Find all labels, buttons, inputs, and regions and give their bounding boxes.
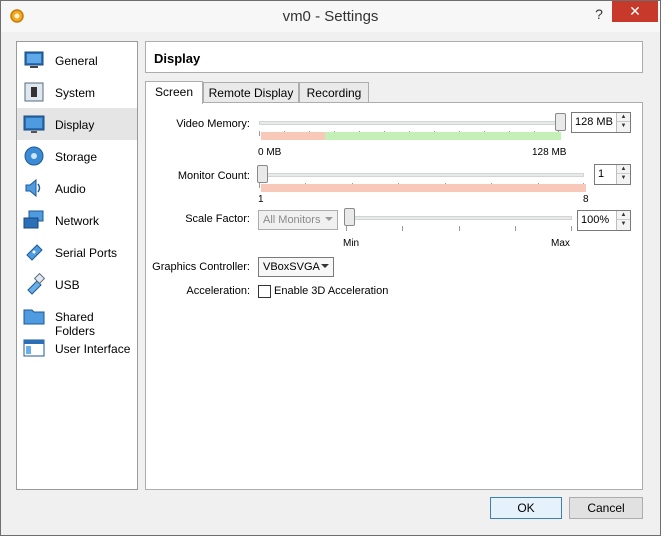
- sidebar-item-system[interactable]: System: [17, 76, 137, 108]
- video-memory-value: 128 MB: [575, 116, 613, 128]
- graphics-controller-label: Graphics Controller:: [152, 261, 250, 273]
- scale-factor-label: Scale Factor:: [185, 213, 250, 225]
- scale-factor-ticks: [346, 226, 572, 232]
- display-icon: [23, 115, 45, 133]
- spin-up-icon[interactable]: ▲: [617, 113, 630, 122]
- audio-icon: [25, 178, 41, 198]
- section-header: Display: [145, 41, 643, 73]
- ok-button[interactable]: OK: [490, 497, 562, 519]
- monitor-count-zone: [261, 184, 586, 192]
- sidebar-item-storage[interactable]: Storage: [17, 140, 137, 172]
- sidebar-item-usb[interactable]: USB: [17, 268, 137, 300]
- tab-label: Screen: [154, 85, 194, 99]
- sidebar-item-label: System: [55, 86, 96, 100]
- settings-sidebar: General System Display Storage Audio Net…: [16, 41, 138, 490]
- monitor-count-min-label: 1: [258, 194, 264, 205]
- sidebar-item-network[interactable]: Network: [17, 204, 137, 236]
- page-title: Display: [154, 51, 201, 66]
- scale-factor-monitor-select[interactable]: All Monitors: [258, 210, 338, 230]
- serial-ports-icon: [26, 244, 43, 261]
- sidebar-item-label: Storage: [55, 150, 98, 164]
- user-interface-icon: [23, 339, 45, 357]
- sidebar-item-shared-folders[interactable]: Shared Folders: [17, 300, 137, 338]
- monitor-count-slider-handle[interactable]: [257, 165, 268, 183]
- spin-down-icon[interactable]: ▼: [617, 174, 630, 183]
- monitor-count-label: Monitor Count:: [177, 170, 250, 182]
- close-button[interactable]: ✕: [612, 1, 658, 22]
- tab-remote-display[interactable]: Remote Display: [203, 82, 299, 103]
- spin-down-icon[interactable]: ▼: [617, 220, 630, 229]
- scale-factor-value: 100%: [581, 214, 610, 226]
- sidebar-item-audio[interactable]: Audio: [17, 172, 137, 204]
- sidebar-item-label: Display: [55, 118, 95, 132]
- video-memory-slider-handle[interactable]: [555, 113, 566, 131]
- title-bar: vm0 - Settings ? ✕: [1, 1, 660, 32]
- screen-tab-panel: Video Memory: 0 MB 128 MB 128 MB ▲ ▼ Mon…: [145, 102, 643, 490]
- spin-up-icon[interactable]: ▲: [617, 211, 630, 220]
- video-memory-slider-track: [259, 121, 559, 125]
- monitor-count-value: 1: [598, 168, 605, 180]
- sidebar-item-label: User Interface: [55, 342, 131, 356]
- scale-factor-spinbox[interactable]: 100% ▲ ▼: [577, 210, 631, 231]
- help-button[interactable]: ?: [591, 6, 607, 22]
- tab-label: Recording: [306, 86, 362, 100]
- video-memory-spinbox[interactable]: 128 MB ▲ ▼: [571, 112, 631, 133]
- graphics-controller-select[interactable]: VBoxSVGA: [258, 257, 334, 277]
- sidebar-item-label: Network: [55, 214, 100, 228]
- storage-icon: [24, 146, 44, 166]
- chevron-down-icon: [321, 264, 329, 268]
- monitor-count-max-label: 8: [583, 194, 589, 205]
- shared-folders-icon: [23, 309, 45, 325]
- graphics-controller-value: VBoxSVGA: [263, 261, 320, 273]
- sidebar-item-label: USB: [55, 278, 80, 292]
- enable-3d-acceleration-label[interactable]: Enable 3D Acceleration: [274, 285, 388, 297]
- system-icon: [24, 82, 44, 102]
- scale-factor-max-label: Max: [551, 238, 570, 249]
- sidebar-item-user-interface[interactable]: User Interface: [17, 332, 137, 364]
- spin-down-icon[interactable]: ▼: [617, 122, 630, 131]
- video-memory-min-label: 0 MB: [258, 147, 282, 158]
- video-memory-max-label: 128 MB: [532, 147, 567, 158]
- network-icon: [23, 210, 44, 229]
- sidebar-item-label: Audio: [55, 182, 86, 196]
- sidebar-item-general[interactable]: General: [17, 44, 137, 76]
- video-memory-low-zone: [261, 132, 325, 140]
- sidebar-item-label: General: [55, 54, 98, 68]
- chevron-down-icon: [325, 217, 333, 221]
- tab-screen[interactable]: Screen: [145, 81, 203, 104]
- usb-icon: [27, 273, 45, 295]
- video-memory-ok-zone: [325, 132, 561, 140]
- general-icon: [24, 51, 44, 68]
- window-title: vm0 - Settings: [282, 8, 379, 25]
- enable-3d-acceleration-checkbox[interactable]: [258, 285, 271, 298]
- scale-factor-slider-track: [346, 216, 572, 220]
- sidebar-item-label: Serial Ports: [55, 246, 118, 260]
- settings-window: vm0 - Settings ? ✕ General System Displa…: [0, 0, 661, 536]
- spin-up-icon[interactable]: ▲: [617, 165, 630, 174]
- scale-factor-monitor-value: All Monitors: [263, 214, 321, 226]
- monitor-count-slider-track: [259, 173, 584, 177]
- cancel-button[interactable]: Cancel: [569, 497, 643, 519]
- tab-label: Remote Display: [208, 86, 294, 100]
- sidebar-item-display[interactable]: Display: [17, 108, 137, 140]
- acceleration-label: Acceleration:: [186, 285, 250, 297]
- scale-factor-slider-handle[interactable]: [344, 208, 355, 226]
- tab-recording[interactable]: Recording: [299, 82, 369, 103]
- video-memory-label: Video Memory:: [176, 118, 250, 130]
- scale-factor-min-label: Min: [343, 238, 360, 249]
- sidebar-item-serial-ports[interactable]: Serial Ports: [17, 236, 137, 268]
- monitor-count-spinbox[interactable]: 1 ▲ ▼: [594, 164, 631, 185]
